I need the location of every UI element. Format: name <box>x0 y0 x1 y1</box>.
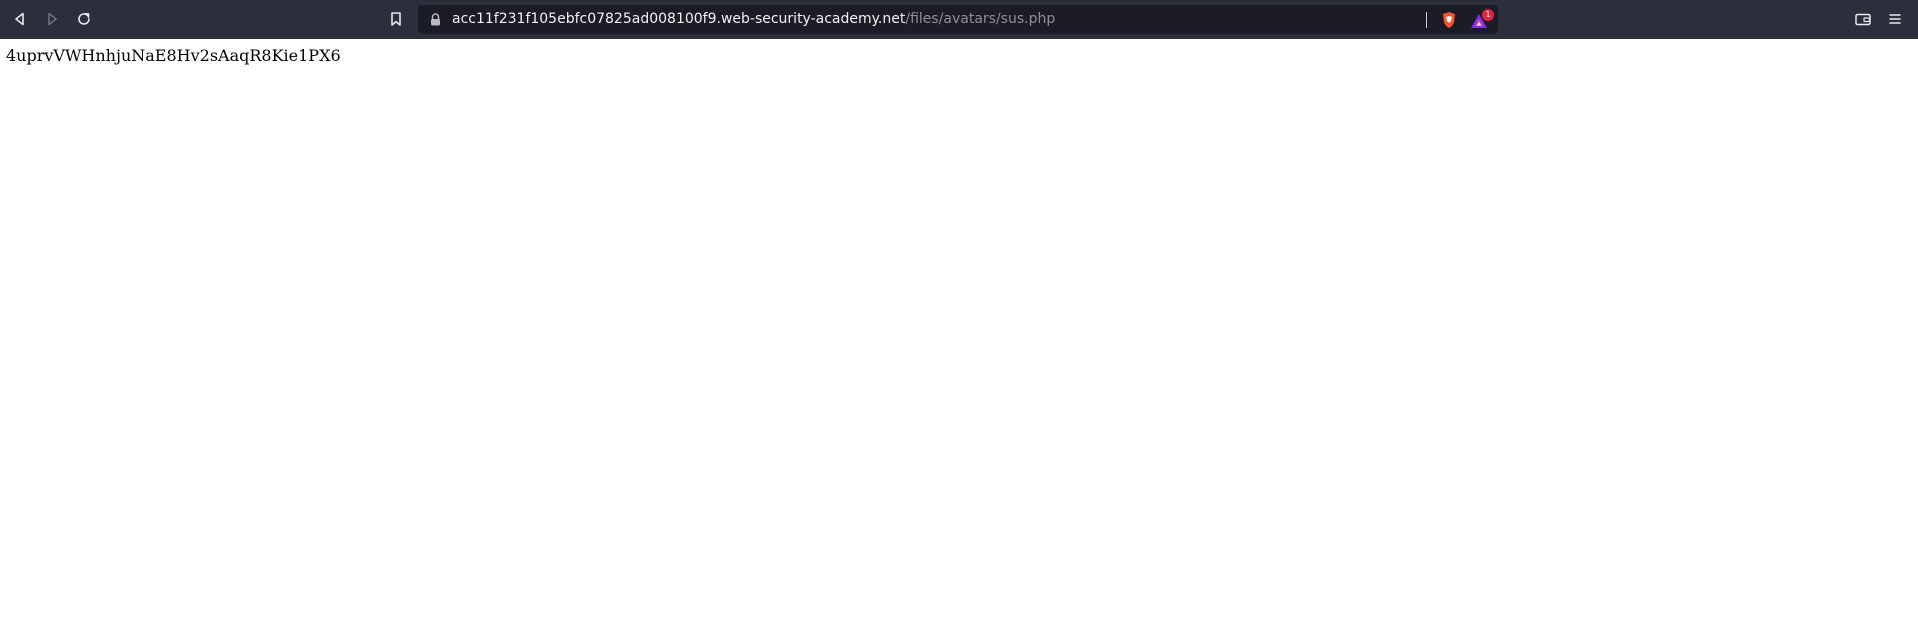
forward-arrow-icon <box>48 12 57 26</box>
brave-shields-button[interactable] <box>1438 9 1460 31</box>
wallet-button[interactable] <box>1849 6 1877 32</box>
brave-shields-icon <box>1443 12 1455 28</box>
wallet-icon <box>1855 13 1871 26</box>
brave-rewards-button[interactable]: 1 <box>1469 9 1494 31</box>
address-bar[interactable]: acc11f231f105ebfc07825ad008100f9.web-sec… <box>418 5 1498 34</box>
url-path: /files/avatars/sus.php <box>905 11 1056 27</box>
menu-button[interactable] <box>1881 6 1909 32</box>
forward-button[interactable] <box>38 6 66 32</box>
back-arrow-icon <box>15 12 24 26</box>
reload-icon <box>78 13 90 25</box>
reload-button[interactable] <box>70 6 98 32</box>
url-text[interactable]: acc11f231f105ebfc07825ad008100f9.web-sec… <box>452 5 1055 34</box>
url-divider <box>1426 12 1427 28</box>
bookmark-icon <box>391 12 401 26</box>
rewards-badge: 1 <box>1482 9 1494 21</box>
browser-toolbar: acc11f231f105ebfc07825ad008100f9.web-sec… <box>0 0 1918 39</box>
hamburger-menu-icon <box>1889 14 1901 24</box>
url-host: acc11f231f105ebfc07825ad008100f9.web-sec… <box>452 11 906 27</box>
page-body-text: 4uprvVWHnhjuNaE8Hv2sAaqR8Kie1PX6 <box>6 46 341 65</box>
lock-icon <box>431 13 440 26</box>
back-button[interactable] <box>6 6 34 32</box>
bookmark-button[interactable] <box>382 6 410 32</box>
